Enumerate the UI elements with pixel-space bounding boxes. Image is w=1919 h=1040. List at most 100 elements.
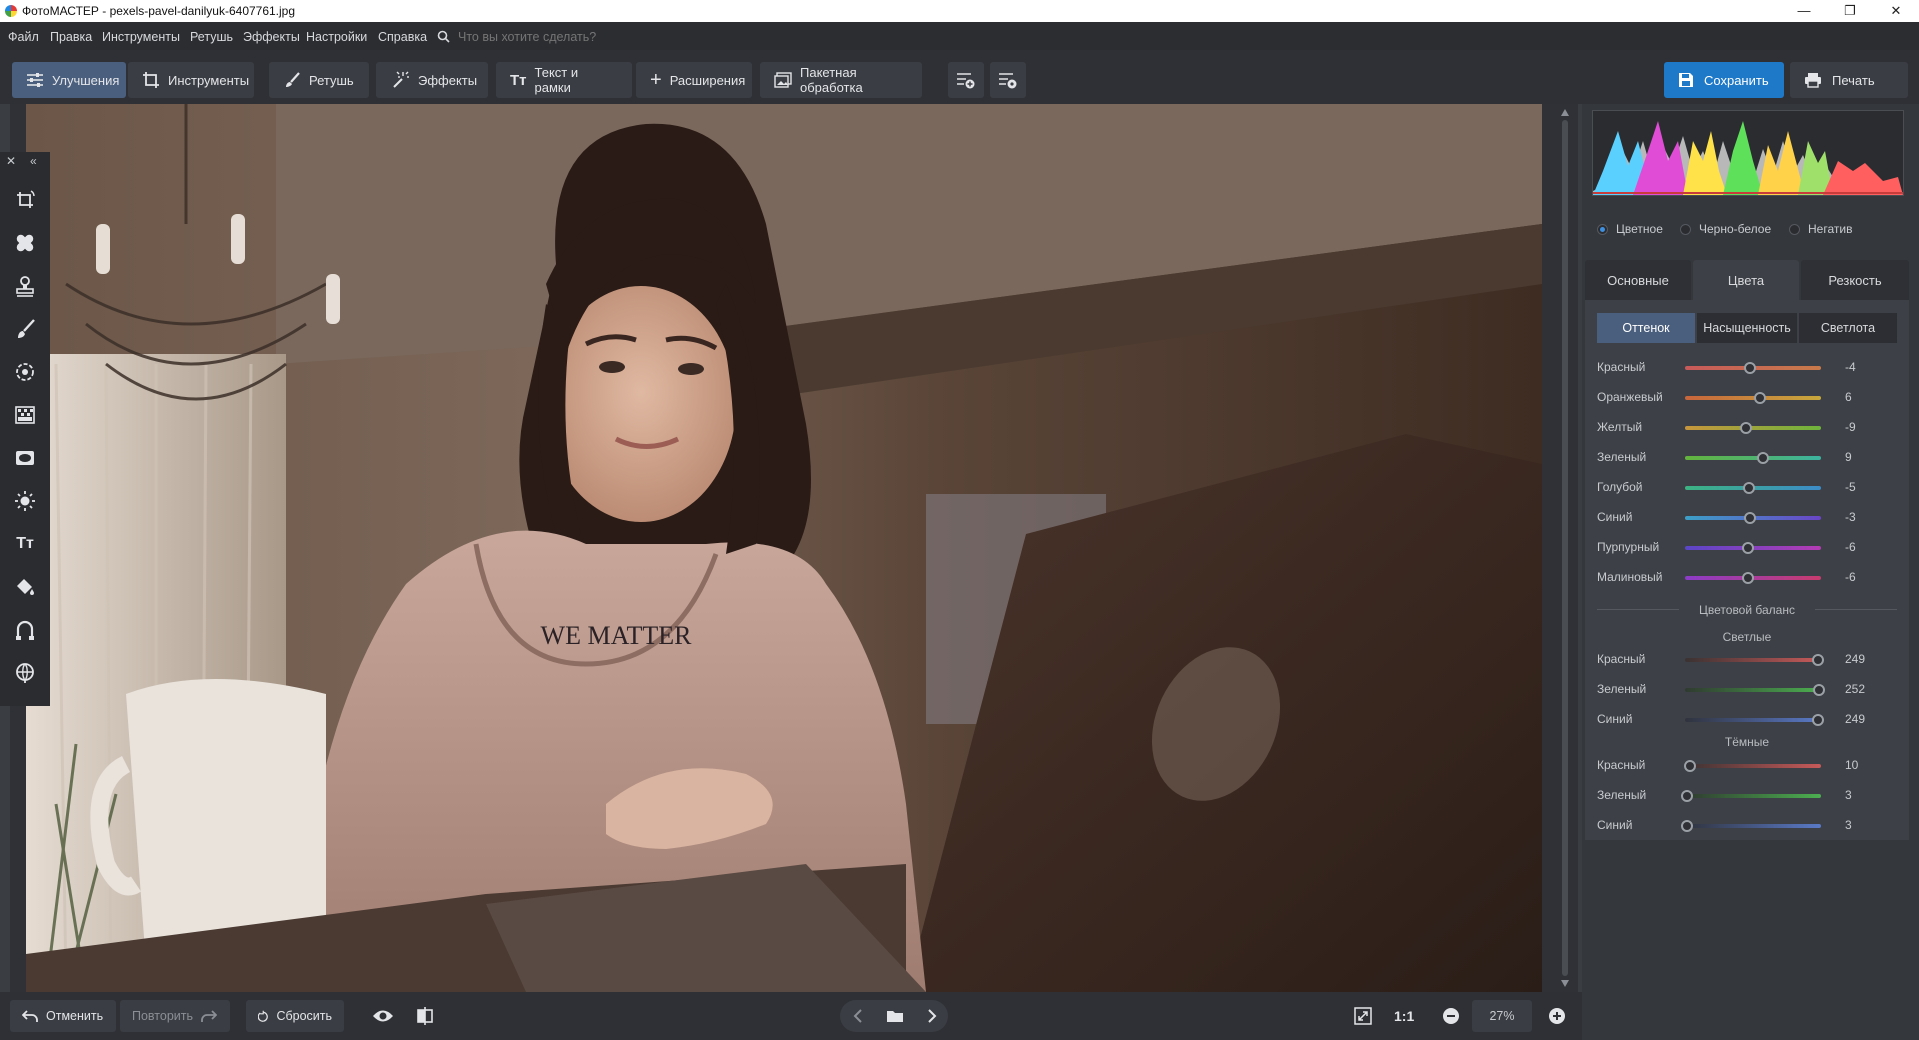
open-folder-button[interactable] [880, 1001, 910, 1031]
paint-brush-icon [18, 319, 35, 338]
fit-to-screen-button[interactable] [1348, 1001, 1378, 1031]
next-photo-button[interactable] [917, 1001, 947, 1031]
dark-balance-label: Красный [1597, 758, 1646, 772]
zoom-in-button[interactable] [1542, 1001, 1572, 1031]
tab-colors[interactable]: Цвета [1693, 260, 1799, 300]
menu-settings[interactable]: Настройки [306, 30, 367, 44]
hue-label: Малиновый [1597, 570, 1663, 584]
maximize-button[interactable]: ❐ [1827, 0, 1873, 22]
light-balance-slider-knob[interactable] [1811, 714, 1824, 726]
subtab-lightness[interactable]: Светлота [1799, 313, 1897, 343]
dark-balance-slider[interactable] [1685, 824, 1821, 828]
menu-edit[interactable]: Правка [50, 30, 92, 44]
redo-button[interactable]: Повторить [120, 1000, 230, 1032]
zoom-level[interactable]: 27% [1472, 1000, 1532, 1032]
hue-slider-knob[interactable] [1753, 392, 1766, 404]
dark-balance-slider[interactable] [1685, 794, 1821, 798]
dark-balance-slider[interactable] [1685, 764, 1821, 768]
mode-color-radio[interactable]: Цветное [1597, 222, 1663, 236]
dark-balance-slider-knob[interactable] [1680, 790, 1693, 802]
healing-tool[interactable] [10, 228, 40, 258]
tab-retouch[interactable]: Ретушь [269, 62, 369, 98]
tab-effects[interactable]: Эффекты [376, 62, 488, 98]
histogram-graphic [1593, 111, 1903, 195]
panel-close-icon[interactable]: ✕ [6, 154, 16, 168]
rotate-crop-tool[interactable] [10, 185, 40, 215]
color-balance-title: Цветовой баланс [1699, 603, 1795, 617]
batch-processing-button[interactable]: Пакетная обработка [760, 62, 922, 98]
hue-value: 6 [1845, 390, 1852, 404]
dark-balance-label: Зеленый [1597, 788, 1647, 802]
compare-button[interactable] [410, 1001, 440, 1031]
tab-sharpness[interactable]: Резкость [1801, 260, 1909, 300]
tab-text-frames[interactable]: Tт Текст и рамки [496, 62, 632, 98]
radial-filter-tool[interactable] [10, 357, 40, 387]
fill-tool[interactable] [10, 572, 40, 602]
light-balance-slider[interactable] [1685, 688, 1821, 692]
hue-slider[interactable] [1685, 426, 1821, 430]
light-balance-slider-knob[interactable] [1811, 654, 1824, 666]
presets-add-button[interactable] [948, 62, 984, 98]
brush-tool[interactable] [10, 314, 40, 344]
hue-slider-knob[interactable] [1741, 542, 1754, 554]
histogram [1592, 110, 1904, 196]
sliders-settings-icon [999, 73, 1017, 89]
scroll-up-arrow-icon[interactable] [1561, 109, 1569, 116]
light-balance-slider[interactable] [1685, 718, 1821, 722]
subtab-saturation[interactable]: Насыщенность [1697, 313, 1797, 343]
scroll-down-arrow-icon[interactable] [1561, 980, 1569, 987]
minimize-button[interactable]: — [1781, 0, 1827, 22]
hue-value: 9 [1845, 450, 1852, 464]
light-balance-value: 249 [1845, 712, 1866, 726]
light-balance-value: 252 [1845, 682, 1866, 696]
tab-text-frames-label: Текст и рамки [534, 65, 579, 95]
previous-photo-button[interactable] [843, 1001, 873, 1031]
tab-tools[interactable]: Инструменты [128, 62, 254, 98]
clone-stamp-tool[interactable] [10, 271, 40, 301]
tab-extensions[interactable]: + Расширения [636, 62, 752, 98]
menu-retouch[interactable]: Ретушь [190, 30, 233, 44]
gradient-filter-tool[interactable] [10, 400, 40, 430]
menu-file[interactable]: Файл [8, 30, 39, 44]
search-input[interactable] [456, 27, 720, 47]
print-button[interactable]: Печать [1790, 62, 1908, 98]
tab-enhancements[interactable]: Улучшения [12, 62, 126, 98]
undo-button[interactable]: Отменить [10, 1000, 116, 1032]
light-tool[interactable] [10, 486, 40, 516]
panel-collapse-icon[interactable]: « [30, 154, 37, 168]
bottom-bar [0, 992, 1582, 1040]
hue-slider-knob[interactable] [1742, 482, 1755, 494]
hue-slider-knob[interactable] [1741, 572, 1754, 584]
curves-tool[interactable] [10, 615, 40, 645]
presets-settings-button[interactable] [990, 62, 1026, 98]
save-button[interactable]: Сохранить [1664, 62, 1784, 98]
hue-slider[interactable] [1685, 456, 1821, 460]
hue-label: Оранжевый [1597, 390, 1663, 404]
reset-button[interactable]: Сбросить [246, 1000, 344, 1032]
reset-icon [258, 1010, 268, 1022]
photo-canvas[interactable]: WE MATTER [26, 104, 1542, 992]
dark-balance-slider-knob[interactable] [1680, 820, 1693, 832]
zoom-out-button[interactable] [1436, 1001, 1466, 1031]
menu-tools[interactable]: Инструменты [102, 30, 180, 44]
mode-bw-radio[interactable]: Черно-белое [1680, 222, 1771, 236]
map-tool[interactable] [10, 658, 40, 688]
hue-value: -6 [1845, 570, 1856, 584]
menu-help[interactable]: Справка [378, 30, 427, 44]
light-balance-slider[interactable] [1685, 658, 1821, 662]
vignette-tool[interactable] [10, 443, 40, 473]
preview-toggle-button[interactable] [368, 1001, 398, 1031]
hue-label: Красный [1597, 360, 1646, 374]
subtab-hue[interactable]: Оттенок [1597, 313, 1695, 343]
text-tool[interactable]: Tт [10, 529, 40, 559]
hue-slider-knob[interactable] [1756, 452, 1769, 464]
zoom-1to1-button[interactable]: 1:1 [1394, 1008, 1414, 1024]
redo-label: Повторить [132, 1009, 194, 1023]
tab-basic[interactable]: Основные [1585, 260, 1691, 300]
menu-effects[interactable]: Эффекты [243, 30, 300, 44]
close-button[interactable]: ✕ [1873, 0, 1919, 22]
vertical-scrollbar[interactable] [1558, 104, 1572, 992]
batch-processing-label: Пакетная обработка [800, 65, 863, 95]
mode-negative-radio[interactable]: Негатив [1789, 222, 1852, 236]
search-icon [437, 30, 450, 43]
